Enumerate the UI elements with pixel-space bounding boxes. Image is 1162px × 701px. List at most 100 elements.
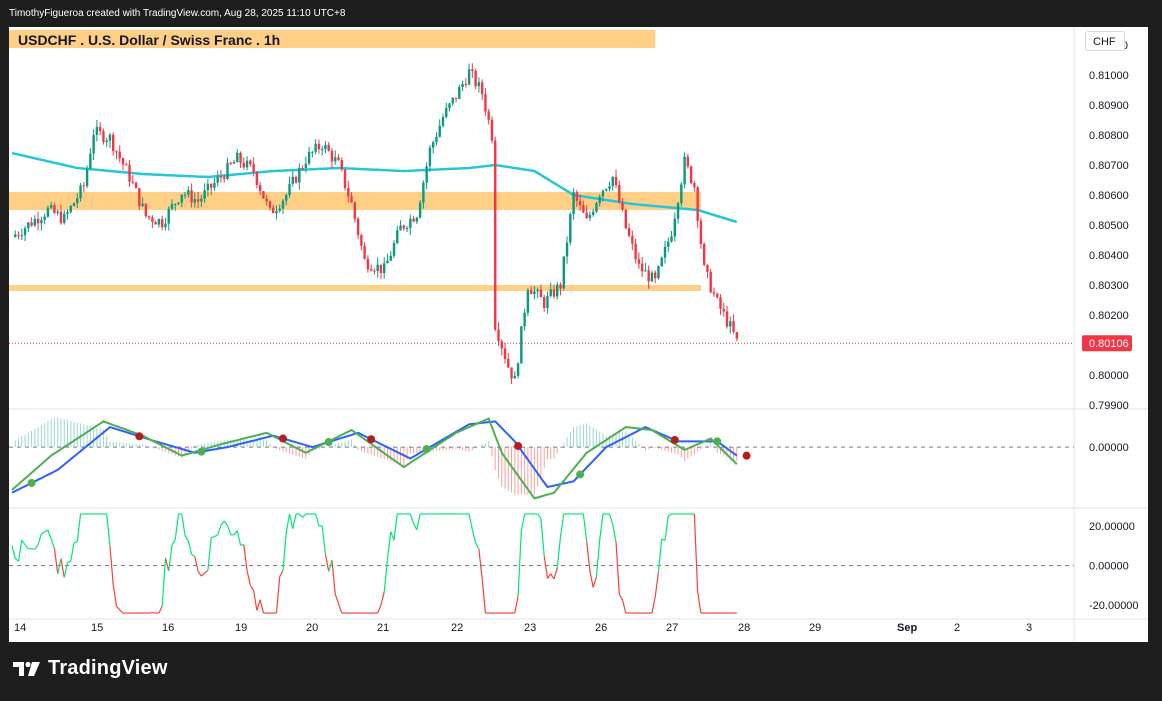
candle-body (556, 284, 559, 297)
candle-body (102, 131, 105, 143)
momentum-segment (543, 555, 549, 579)
candle-body (536, 289, 539, 292)
crossover-marker (27, 478, 36, 487)
candle-body (719, 297, 722, 309)
candle-body (138, 188, 141, 207)
momentum-segment (386, 531, 392, 560)
candle-body (735, 332, 739, 339)
momentum-segment (324, 554, 330, 572)
candle-body (624, 209, 628, 229)
crossover-marker (742, 451, 751, 460)
crossover-marker (422, 444, 431, 453)
candle-body (304, 163, 308, 169)
candle-body (670, 236, 673, 242)
y-tick-label: -20.00000 (1089, 600, 1139, 612)
momentum-segment (468, 513, 473, 530)
momentum-segment (17, 540, 23, 562)
top-bar: TimothyFigueroa created with TradingView… (0, 0, 1162, 26)
moving-average-line (11, 151, 738, 224)
chart-canvas[interactable]: 0.811000.810000.809000.808000.807000.806… (9, 27, 1148, 642)
moving-average (11, 151, 738, 224)
x-tick-label: 3 (1026, 622, 1032, 634)
candle-body (699, 220, 703, 244)
candle-body (676, 203, 680, 219)
candle-body (239, 152, 242, 163)
x-tick-label: 20 (306, 622, 318, 634)
candle-body (686, 156, 690, 167)
candle-body (363, 245, 366, 259)
momentum-segment (592, 576, 598, 588)
y-tick-label: 0.80400 (1089, 250, 1129, 262)
candle-body (549, 289, 552, 296)
momentum-segment (50, 538, 56, 549)
x-tick-label: 26 (595, 622, 607, 634)
momentum-segment (73, 540, 78, 544)
momentum-segment (608, 513, 614, 525)
y-tick-label: 0.00000 (1089, 442, 1129, 454)
momentum-segment (380, 591, 385, 606)
candle-body (451, 97, 454, 104)
candle-body (79, 185, 82, 199)
candle-body (605, 188, 608, 191)
candle-body (258, 185, 262, 192)
momentum-segment (21, 539, 26, 546)
candle-body (520, 326, 523, 364)
gridlines (9, 27, 1148, 642)
momentum-segment (171, 539, 176, 546)
candle-body (72, 203, 76, 206)
candle-body (249, 160, 252, 165)
candle-body (418, 202, 422, 218)
momentum-segment (621, 600, 627, 614)
momentum-segment (556, 536, 562, 568)
x-tick-label: 23 (524, 622, 536, 634)
momentum-segment (119, 609, 124, 614)
candle-body (49, 205, 53, 208)
y-tick-label: 0.80900 (1089, 100, 1129, 112)
candle-body (366, 258, 370, 270)
candle-body (242, 162, 246, 168)
chart-panel[interactable]: 0.811000.810000.809000.808000.807000.806… (9, 27, 1148, 642)
candle-body (334, 157, 337, 162)
candle-body (673, 218, 676, 237)
momentum-segment (416, 513, 421, 530)
candle-body (663, 246, 667, 258)
momentum-segment (67, 560, 72, 564)
momentum-segment (70, 542, 75, 562)
candle-body (412, 218, 415, 222)
y-tick-label: 0.80300 (1089, 280, 1129, 292)
candle-body (389, 255, 392, 261)
momentum-segment (112, 584, 118, 607)
candle-body (229, 162, 232, 164)
candle-body (467, 69, 471, 85)
candle-body (298, 167, 301, 183)
x-tick-label: 27 (666, 622, 678, 634)
momentum-segment (664, 515, 669, 541)
currency-selector[interactable]: CHF (1085, 31, 1125, 51)
candle-body (164, 223, 167, 228)
candle-body (193, 199, 197, 203)
x-tick-label: 21 (377, 622, 389, 634)
symbol-title[interactable]: USDCHF . U.S. Dollar / Swiss Franc . 1h (18, 32, 280, 48)
candle-body (219, 176, 223, 178)
candle-body (33, 218, 37, 226)
candle-body (458, 86, 461, 99)
momentum-segment (220, 520, 225, 526)
momentum-segment (184, 535, 189, 542)
momentum-segment (559, 513, 565, 537)
momentum-segment (57, 558, 62, 574)
candle-body (369, 269, 373, 271)
candle-body (324, 144, 327, 150)
support-resistance-zones (9, 30, 701, 291)
momentum-segment (586, 540, 591, 571)
momentum-segment (292, 513, 297, 529)
momentum-segment (63, 562, 69, 578)
y-tick-label: 0.80200 (1089, 310, 1129, 322)
y-tick-label: 0.79900 (1089, 400, 1129, 412)
candle-body (27, 222, 30, 229)
candle-body (177, 202, 180, 204)
candle-body (118, 151, 121, 159)
brand[interactable]: TradingView (12, 657, 168, 680)
x-tick-label: 19 (235, 622, 247, 634)
candle-body (343, 169, 347, 188)
candle-body (200, 198, 203, 202)
